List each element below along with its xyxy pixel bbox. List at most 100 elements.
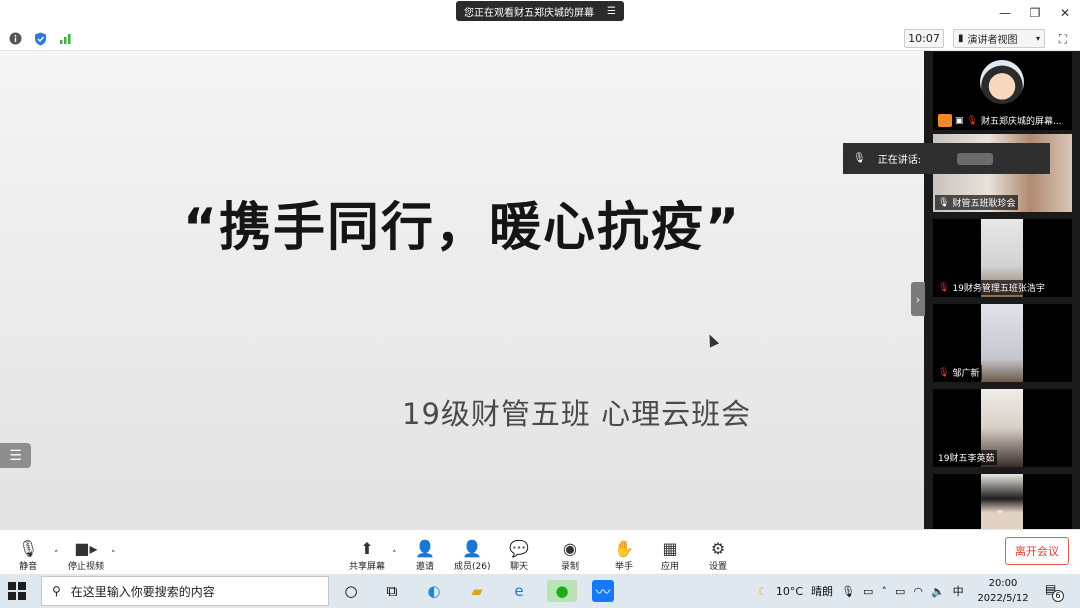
slide-title: “携手同行，暖心抗疫”: [182, 198, 742, 258]
search-icon: ⚲: [52, 584, 61, 598]
file-explorer-icon[interactable]: ▰: [466, 580, 488, 602]
stop-video-button[interactable]: ■▸ 停止视频: [68, 539, 104, 572]
clock-date: 2022/5/12: [977, 593, 1029, 604]
notification-count: 6: [1052, 590, 1064, 602]
chevron-up-icon[interactable]: ˄: [881, 585, 887, 598]
audio-options-chevron-icon[interactable]: ˄: [54, 550, 59, 560]
microphone-tray-icon[interactable]: 🎙: [841, 585, 855, 598]
camera-feed: [981, 304, 1023, 382]
mouse-cursor-icon: [704, 332, 720, 348]
view-mode-dropdown[interactable]: ▮ 演讲者视图 ▾: [953, 29, 1045, 48]
settings-button[interactable]: ⚙ 设置: [709, 539, 727, 572]
participant-name: 19财五李英茹: [938, 454, 995, 464]
cortana-icon[interactable]: ○: [340, 580, 362, 602]
chat-button[interactable]: 💬 聊天: [509, 539, 529, 572]
close-icon[interactable]: ✕: [1050, 0, 1080, 26]
speaking-label: 正在讲话:: [877, 155, 922, 166]
raise-hand-button[interactable]: ✋ 举手: [614, 539, 634, 572]
weather-text: 晴朗: [811, 585, 834, 598]
meeting-info-bar: 10:07 ▮ 演讲者视图 ▾ ⛶: [0, 26, 1080, 51]
windows-start-icon[interactable]: [8, 582, 26, 600]
gear-icon: ⚙: [710, 539, 726, 558]
participant-name: 财管五班耿珍会: [952, 199, 1016, 209]
record-button[interactable]: ◉ 录制: [561, 539, 579, 572]
minimize-icon[interactable]: —: [990, 0, 1020, 26]
participant-name: 财五郑庆城的屏幕...: [980, 117, 1062, 127]
fullscreen-icon[interactable]: ⛶: [1054, 30, 1072, 48]
participant-label: 🎙 19财务管理五班张浩宇: [935, 280, 1048, 295]
invite-label: 邀请: [415, 562, 434, 572]
participant-label: 🎙 财管五班耿珍会: [935, 195, 1019, 210]
record-icon: ◉: [563, 539, 577, 558]
volume-icon[interactable]: 🔈: [931, 585, 945, 598]
restore-icon[interactable]: ❐: [1020, 0, 1050, 26]
hand-icon: ✋: [614, 539, 634, 558]
participant-tile[interactable]: 🎙 19财务管理五班张浩宇: [933, 219, 1072, 297]
participant-tile[interactable]: ▣ 🎙 财五郑庆城的屏幕...: [933, 52, 1072, 130]
participants-button[interactable]: 👤 成员(26): [454, 539, 490, 572]
meeting-timer: 10:07: [904, 29, 944, 48]
participant-label: 19财五李英茹: [935, 450, 998, 465]
viewing-screen-banner[interactable]: 您正在观看财五郑庆城的屏幕 ☰: [456, 1, 624, 21]
mute-button[interactable]: 🎙 静音: [18, 539, 38, 572]
participants-icon: 👤: [462, 539, 483, 558]
leave-meeting-button[interactable]: 离开会议: [1005, 537, 1069, 565]
participant-name: 邹广新: [952, 369, 980, 379]
taskbar-search-input[interactable]: ⚲ 在这里输入你要搜索的内容: [41, 576, 329, 606]
add-user-icon: 👤: [415, 539, 435, 558]
apps-grid-icon: ▦: [662, 539, 678, 558]
stop-video-label: 停止视频: [68, 562, 105, 572]
microphone-icon: 🎙: [18, 539, 39, 558]
video-camera-icon: ■▸: [74, 539, 98, 558]
share-screen-button[interactable]: ⬆ 共享屏幕: [349, 539, 385, 572]
invite-button[interactable]: 👤 邀请: [415, 539, 435, 572]
participant-gallery: ▣ 🎙 财五郑庆城的屏幕... 🎙 财管五班耿珍会 🎙 19财务管理五班张浩宇 …: [924, 51, 1080, 529]
avatar: [980, 60, 1024, 104]
video-options-chevron-icon[interactable]: ˄: [111, 550, 116, 560]
screen-share-icon: ▣: [955, 115, 964, 126]
info-icons: [8, 31, 73, 46]
share-options-chevron-icon[interactable]: ˄: [392, 550, 397, 560]
task-view-icon[interactable]: ⧉: [381, 580, 403, 602]
shared-screen: “携手同行，暖心抗疫” 19级财管五班 心理云班会 ☰: [0, 51, 924, 529]
battery-icon[interactable]: ▭: [895, 585, 905, 598]
mic-muted-icon: 🎙: [938, 282, 950, 293]
share-screen-label: 共享屏幕: [349, 562, 386, 572]
mic-icon: 🎙: [938, 197, 950, 208]
speaking-indicator: 🎙 正在讲话:: [843, 143, 1050, 174]
menu-lines-icon[interactable]: ☰: [607, 6, 616, 17]
participant-tile[interactable]: 🎙 邹广新: [933, 304, 1072, 382]
chevron-down-icon[interactable]: ⌄: [995, 502, 1005, 516]
mic-muted-icon: 🎙: [938, 367, 950, 378]
wechat-icon[interactable]: ●: [547, 580, 577, 602]
wifi-icon[interactable]: ◠: [913, 585, 923, 598]
participant-tile[interactable]: ⌄: [933, 474, 1072, 529]
collapse-gallery-icon[interactable]: ›: [911, 282, 925, 316]
chat-bubble-icon: 💬: [509, 539, 529, 558]
viewing-screen-text: 您正在观看财五郑庆城的屏幕: [464, 7, 594, 19]
edge-browser-icon[interactable]: ◐: [423, 580, 445, 602]
share-screen-icon: ⬆: [360, 539, 374, 558]
chat-label: 聊天: [509, 562, 528, 572]
meeting-tray-icon[interactable]: ▭: [863, 585, 873, 598]
taskbar-clock[interactable]: 20:00 2022/5/12: [974, 576, 1032, 606]
host-badge-icon: [938, 114, 952, 127]
signal-icon[interactable]: [58, 31, 73, 46]
ime-indicator[interactable]: 中: [953, 583, 964, 599]
apps-button[interactable]: ▦ 应用: [661, 539, 679, 572]
weather-temp: 10°C: [775, 584, 804, 598]
mic-muted-icon: 🎙: [966, 115, 978, 126]
info-icon[interactable]: [8, 31, 23, 46]
speaker-view-icon: ▮: [958, 33, 964, 44]
participant-label: ▣ 🎙 财五郑庆城的屏幕...: [935, 113, 1065, 128]
shield-icon[interactable]: [33, 31, 48, 46]
participant-name: 19财务管理五班张浩宇: [952, 284, 1045, 294]
list-menu-icon[interactable]: ☰: [0, 443, 31, 468]
record-label: 录制: [561, 562, 580, 572]
chevron-down-icon: ▾: [1035, 34, 1040, 43]
search-placeholder: 在这里输入你要搜索的内容: [70, 584, 215, 599]
internet-explorer-icon[interactable]: e: [508, 580, 530, 602]
meeting-app-icon[interactable]: 〰: [592, 580, 614, 602]
window-controls: — ❐ ✕: [990, 0, 1080, 26]
participant-tile[interactable]: 19财五李英茹: [933, 389, 1072, 467]
